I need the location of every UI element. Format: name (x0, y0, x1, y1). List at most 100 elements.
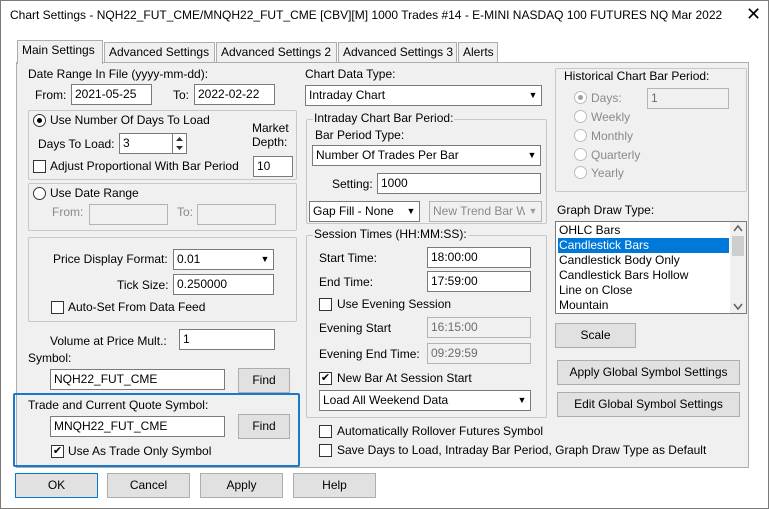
range-from-field[interactable] (89, 204, 168, 225)
apply-global-symbol-button[interactable]: Apply Global Symbol Settings (557, 360, 740, 385)
use-date-range-label: Use Date Range (50, 186, 139, 200)
market-depth-field[interactable]: 10 (253, 156, 293, 177)
chevron-down-icon: ▼ (514, 391, 530, 410)
use-date-range-radio[interactable] (33, 187, 46, 200)
ok-button[interactable]: OK (15, 473, 98, 498)
historical-quarterly-label: Quarterly (591, 148, 641, 162)
spin-arrows-icon[interactable] (172, 134, 186, 153)
days-to-load-stepper[interactable]: 3 (119, 133, 187, 154)
adjust-proportional-checkbox[interactable] (33, 160, 46, 173)
new-trend-bar-select[interactable]: New Trend Bar W ▼ (429, 201, 542, 222)
historical-quarterly-radio[interactable] (574, 148, 587, 161)
evening-end-field[interactable]: 09:29:59 (427, 343, 531, 364)
session-times-label: Session Times (HH:MM:SS): (313, 227, 468, 242)
historical-monthly-radio[interactable] (574, 129, 587, 142)
vap-mult-label: Volume at Price Mult.: (50, 334, 167, 348)
intraday-group-label: Intraday Chart Bar Period: (313, 111, 455, 126)
start-time-field[interactable]: 18:00:00 (427, 247, 531, 268)
chevron-down-icon: ▼ (525, 202, 541, 221)
symbol-label: Symbol: (28, 351, 72, 365)
rollover-checkbox[interactable] (319, 425, 332, 438)
weekend-data-select[interactable]: Load All Weekend Data ▼ (319, 390, 531, 411)
market-depth-label-2: Depth: (252, 135, 288, 149)
days-to-load-value: 3 (123, 136, 130, 150)
date-range-label: Date Range In File (yyyy-mm-dd): (28, 67, 209, 81)
adjust-proportional-label: Adjust Proportional With Bar Period (50, 159, 239, 173)
graph-draw-type-label: Graph Draw Type: (557, 203, 655, 217)
gap-fill-value: Gap Fill - None (313, 204, 394, 218)
trade-only-label: Use As Trade Only Symbol (68, 444, 212, 458)
tab-advanced-settings-2[interactable]: Advanced Settings 2 (216, 42, 337, 62)
gap-fill-select[interactable]: Gap Fill - None ▼ (309, 201, 420, 222)
historical-weekly-radio[interactable] (574, 110, 587, 123)
symbol-find-button[interactable]: Find (238, 368, 290, 393)
save-default-label: Save Days to Load, Intraday Bar Period, … (337, 443, 707, 457)
tab-alerts[interactable]: Alerts (458, 42, 498, 62)
end-time-field[interactable]: 17:59:00 (427, 271, 531, 292)
window-title: Chart Settings - NQH22_FUT_CME/MNQH22_FU… (10, 8, 723, 22)
use-evening-label: Use Evening Session (337, 297, 452, 311)
historical-monthly-label: Monthly (591, 129, 634, 143)
range-to-label: To: (177, 205, 194, 219)
evening-end-label: Evening End Time: (319, 347, 420, 361)
apply-button[interactable]: Apply (200, 473, 283, 498)
setting-label: Setting: (332, 177, 373, 191)
to-date-field[interactable]: 2022-02-22 (194, 84, 275, 105)
use-days-radio[interactable] (33, 114, 46, 127)
list-scrollbar[interactable] (730, 222, 746, 313)
chart-data-type-select[interactable]: Intraday Chart ▼ (305, 85, 542, 106)
list-item-selected[interactable]: Candlestick Bars (558, 238, 729, 253)
tab-advanced-settings[interactable]: Advanced Settings (104, 42, 215, 62)
historical-yearly-radio[interactable] (574, 166, 587, 179)
vap-mult-field[interactable]: 1 (179, 329, 275, 350)
list-item[interactable]: Candlestick Body Only (558, 253, 729, 268)
setting-field[interactable]: 1000 (377, 173, 541, 194)
graph-draw-type-list[interactable]: OHLC Bars Candlestick Bars Candlestick B… (555, 221, 747, 314)
end-time-label: End Time: (319, 275, 374, 289)
from-label: From: (35, 88, 67, 102)
range-to-field[interactable] (197, 204, 276, 225)
price-format-select[interactable]: 0.01 ▼ (173, 249, 274, 270)
chevron-down-icon: ▼ (257, 250, 273, 269)
evening-start-label: Evening Start (319, 321, 392, 335)
use-evening-checkbox[interactable] (319, 298, 332, 311)
scroll-up-icon (733, 224, 743, 232)
scroll-thumb (732, 236, 744, 256)
list-item[interactable]: Mountain (558, 298, 729, 313)
new-bar-session-label: New Bar At Session Start (337, 371, 472, 385)
edit-global-symbol-button[interactable]: Edit Global Symbol Settings (557, 392, 740, 417)
trade-symbol-field[interactable]: MNQH22_FUT_CME (50, 416, 225, 437)
historical-days-radio[interactable] (574, 91, 587, 104)
close-icon[interactable]: ✕ (746, 5, 761, 23)
evening-start-field[interactable]: 16:15:00 (427, 317, 531, 338)
tab-advanced-settings-3[interactable]: Advanced Settings 3 (338, 42, 457, 62)
save-default-checkbox[interactable] (319, 444, 332, 457)
symbol-field[interactable]: NQH22_FUT_CME (50, 369, 225, 390)
cancel-button[interactable]: Cancel (107, 473, 190, 498)
rollover-label: Automatically Rollover Futures Symbol (337, 424, 544, 438)
market-depth-label-1: Market (252, 121, 289, 135)
new-trend-bar-value: New Trend Bar W (433, 204, 528, 218)
bar-period-type-value: Number Of Trades Per Bar (316, 148, 459, 162)
historical-days-field[interactable]: 1 (647, 88, 729, 109)
weekend-data-value: Load All Weekend Data (323, 393, 449, 407)
help-button[interactable]: Help (293, 473, 376, 498)
from-date-field[interactable]: 2021-05-25 (71, 84, 152, 105)
tick-size-field[interactable]: 0.250000 (173, 274, 274, 295)
trade-symbol-find-button[interactable]: Find (238, 414, 290, 439)
start-time-label: Start Time: (319, 251, 378, 265)
autoset-checkbox[interactable] (51, 301, 64, 314)
tick-size-label: Tick Size: (117, 278, 169, 292)
chart-data-type-label: Chart Data Type: (305, 67, 396, 81)
new-bar-session-checkbox[interactable]: ✔ (319, 372, 332, 385)
scale-button[interactable]: Scale (555, 323, 636, 348)
bar-period-type-select[interactable]: Number Of Trades Per Bar ▼ (312, 145, 541, 166)
list-item[interactable]: OHLC Bars (558, 223, 729, 238)
tab-main-settings[interactable]: Main Settings (17, 40, 103, 64)
list-item[interactable]: Line on Close (558, 283, 729, 298)
historical-label: Historical Chart Bar Period: (562, 69, 712, 84)
trade-only-checkbox[interactable]: ✔ (51, 445, 64, 458)
chart-settings-dialog: Chart Settings - NQH22_FUT_CME/MNQH22_FU… (0, 0, 769, 509)
price-format-label: Price Display Format: (53, 252, 168, 266)
list-item[interactable]: Candlestick Bars Hollow (558, 268, 729, 283)
